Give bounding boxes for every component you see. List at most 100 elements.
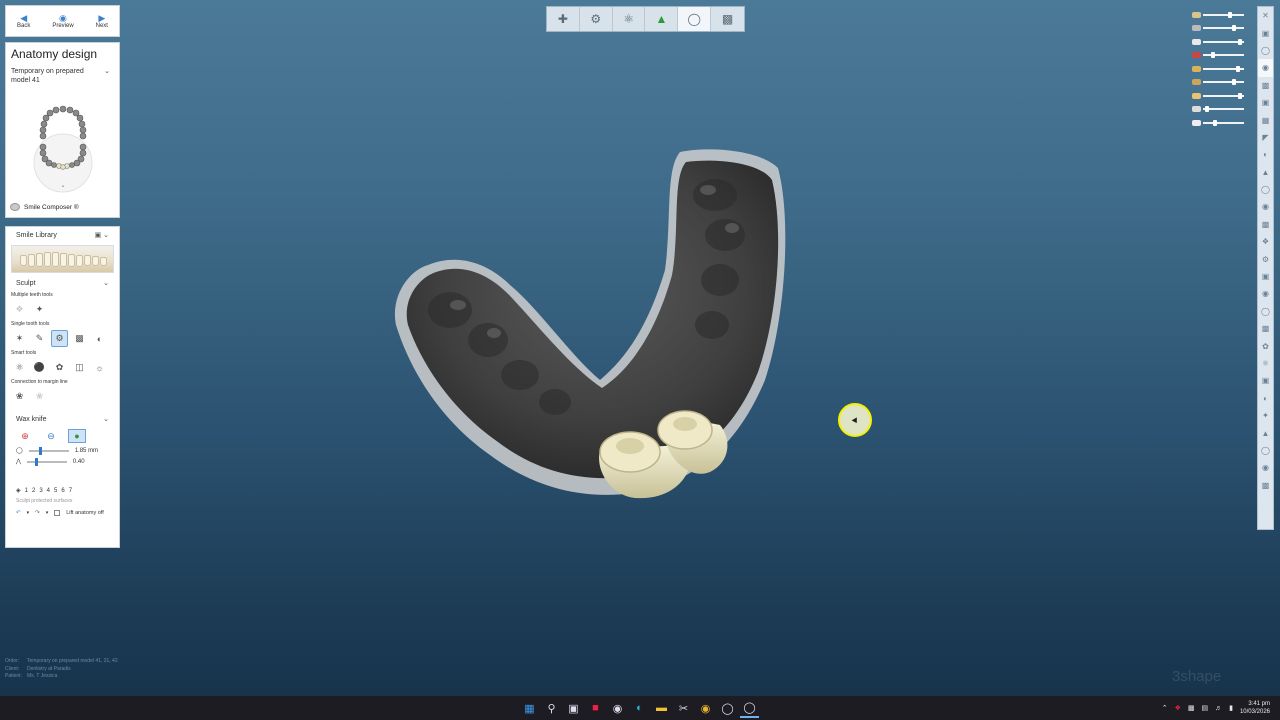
battery-icon[interactable]: ▮ [1229,704,1233,712]
die-icon[interactable]: ▩ [711,7,744,31]
undo-icon[interactable]: ↶ [16,510,21,516]
obs-app-icon[interactable]: ◉ [608,699,627,718]
visibility-row-4[interactable] [1192,49,1244,63]
view-option-icon[interactable]: ⚙ [1258,250,1273,267]
smile-composer-toggle[interactable]: Smile Composer ® [10,203,79,211]
cusp-tool-icon[interactable]: ✿ [51,359,68,376]
view-option-icon[interactable]: ✿ [1258,337,1273,354]
step-2[interactable]: 2 [32,488,35,494]
visibility-row-8[interactable] [1192,103,1244,117]
restoration-selector[interactable]: Temporary on prepared model 41 ⌄ [6,63,119,85]
sculpt-protected-checkbox[interactable]: Sculpt protected surfaces [6,496,119,506]
step-1[interactable]: 1 [25,488,28,494]
snipping-tool-icon[interactable]: ✂ [674,699,693,718]
dental-system-icon[interactable]: ◯ [718,699,737,718]
tray-app-icon[interactable]: ❖ [1175,704,1181,712]
margin-connect-icon[interactable]: ❀ [11,388,28,405]
remove-material-icon[interactable]: ⊖ [42,429,60,443]
visibility-row-6[interactable] [1192,76,1244,90]
view-option-icon[interactable]: ◤ [1258,129,1273,146]
cut-tool-icon[interactable]: ◫ [71,359,88,376]
view-option-icon[interactable]: ▩ [1258,216,1273,233]
model-icon[interactable]: ⚙ [580,7,613,31]
task-view-icon[interactable]: ▣ [564,699,583,718]
file-explorer-icon[interactable]: ▬ [652,699,671,718]
smooth-tool-icon[interactable]: ◐ [91,330,108,347]
view-option-icon[interactable]: ◯ [1258,442,1273,459]
add-material-icon[interactable]: ⊕ [16,429,34,443]
redo-menu-icon[interactable]: ▾ [46,510,49,516]
visibility-row-9[interactable] [1192,116,1244,130]
step-7[interactable]: 7 [69,488,72,494]
next-button[interactable]: ▶ Next [96,13,108,29]
view-option-icon[interactable]: ▦ [1258,111,1273,128]
volume-icon[interactable]: ♬ [1215,705,1222,712]
edge-browser-icon[interactable]: ◐ [630,699,649,718]
step-3[interactable]: 3 [39,488,42,494]
view-option-icon[interactable]: ▣ [1258,24,1273,41]
view-option-icon[interactable]: ❖ [1258,233,1273,250]
view-option-icon[interactable]: ◉ [1258,59,1273,77]
visibility-row-2[interactable] [1192,22,1244,36]
chevron-up-icon[interactable]: ⌃ [1162,704,1168,712]
smile-library-thumbnail[interactable] [11,245,114,273]
view-option-icon[interactable]: ◯ [1258,42,1273,59]
multi-move-tool-icon[interactable]: ❖ [11,301,28,318]
library-options-icon[interactable]: ▣ ⌄ [95,231,109,239]
visibility-row-7[interactable] [1192,89,1244,103]
windows-start-icon[interactable]: ▦ [520,699,539,718]
view-option-icon[interactable]: ◉ [1258,198,1273,215]
view-option-icon[interactable]: ▩ [1258,320,1273,337]
view-option-icon[interactable]: ▩ [1258,477,1273,494]
search-icon[interactable]: ⚲ [542,699,561,718]
clock[interactable]: 3:41 pm 10/03/2026 [1240,700,1270,716]
recorder-app-icon[interactable]: ■ [586,699,605,718]
scan-icon[interactable]: ▲ [645,7,679,31]
sculpt-header[interactable]: Sculpt ⌄ [6,275,119,291]
bite-icon[interactable]: ⚛ [613,7,646,31]
contact-tool-icon[interactable]: ⚛ [11,359,28,376]
view-option-icon[interactable]: ✦ [1258,407,1273,424]
undo-menu-icon[interactable]: ▾ [27,510,30,516]
view-option-icon[interactable]: ◐ [1258,146,1273,163]
wax-knife-header[interactable]: Wax knife ⌄ [6,407,119,427]
step-5[interactable]: 5 [54,488,57,494]
network-icon[interactable]: ▤ [1201,704,1208,712]
multi-rotate-tool-icon[interactable]: ✦ [31,301,48,318]
view-option-icon[interactable]: ▲ [1258,164,1273,181]
view-option-icon[interactable]: ◉ [1258,285,1273,302]
margin-line-icon[interactable]: ✚ [547,7,580,31]
sculpt-tool-icon[interactable]: ⚙ [51,330,68,347]
view-option-icon[interactable]: ◯ [1258,303,1273,320]
lift-anatomy-checkbox[interactable] [54,510,61,516]
dental-model-3d[interactable] [380,140,810,515]
strength-slider-knob[interactable] [34,457,38,466]
tray-device-icon[interactable]: ▩ [1188,704,1195,712]
strength-slider[interactable] [26,457,67,466]
preview-button[interactable]: ◉ Preview [52,13,73,29]
visibility-row-3[interactable] [1192,35,1244,49]
back-button[interactable]: ◀ Back [17,13,30,29]
chrome-browser-icon[interactable]: ◉ [696,699,715,718]
view-option-icon[interactable]: ▣ [1258,268,1273,285]
smooth-material-icon[interactable]: ● [68,429,86,443]
step-6[interactable]: 6 [61,488,64,494]
view-option-icon[interactable]: ⚛ [1258,355,1273,372]
visibility-row-1[interactable] [1192,8,1244,22]
occlusion-tool-icon[interactable]: ⚫ [31,359,48,376]
view-option-icon[interactable]: ▩ [1258,77,1273,94]
step-4[interactable]: 4 [47,488,50,494]
tooth-chart[interactable]: ▲ [31,103,95,193]
view-option-icon[interactable]: ▣ [1258,94,1273,111]
view-option-icon[interactable]: ◉ [1258,459,1273,476]
smile-library-header[interactable]: Smile Library ▣ ⌄ [6,227,119,243]
margin-adjust-icon[interactable]: ❀ [31,388,48,405]
visibility-row-5[interactable] [1192,62,1244,76]
auto-tool-icon[interactable]: ☼ [91,359,108,376]
wax-knife-tool-icon[interactable]: ✎ [31,330,48,347]
size-slider-knob[interactable] [38,446,42,455]
close-icon[interactable]: ✕ [1258,7,1273,24]
view-option-icon[interactable]: ◯ [1258,181,1273,198]
dental-designer-icon[interactable]: ◯ [740,699,759,718]
morph-tool-icon[interactable]: ▩ [71,330,88,347]
